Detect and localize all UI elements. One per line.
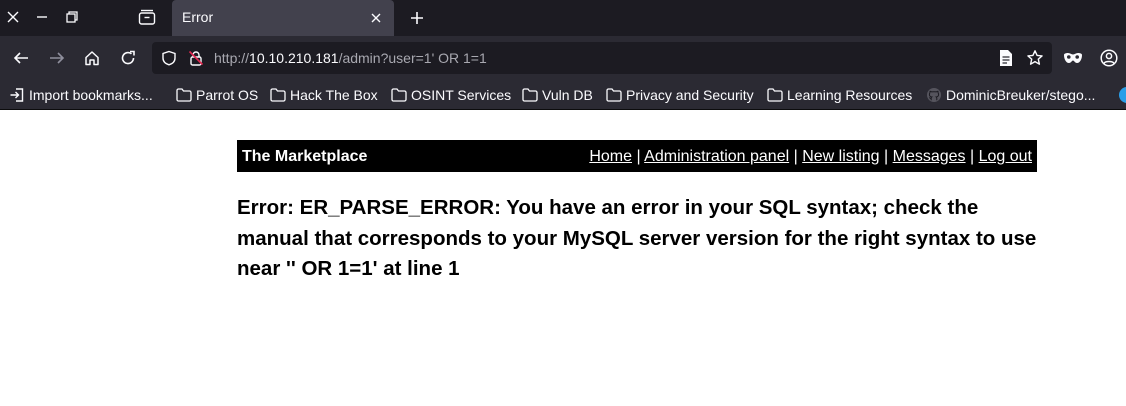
url-text[interactable]: http://10.10.210.181/admin?user=1' OR 1=… [214, 50, 487, 66]
folder-icon [606, 88, 622, 102]
nav-separator: | [884, 148, 889, 165]
folder-icon [522, 88, 538, 102]
arrow-left-icon [13, 52, 28, 64]
close-tab-button[interactable] [364, 6, 388, 30]
restore-icon [66, 11, 78, 23]
site-navigation: Home | Administration panel | New listin… [589, 148, 1032, 166]
url-path: /admin?user=1' OR 1=1 [338, 50, 487, 66]
overflow-bookmark-icon[interactable] [1119, 87, 1126, 103]
mask-icon [1064, 53, 1082, 63]
home-button[interactable] [79, 45, 105, 71]
new-tab-button[interactable] [404, 5, 430, 31]
url-protocol: http:// [214, 50, 250, 66]
site-header: The Marketplace Home | Administration pa… [237, 140, 1037, 172]
back-button[interactable] [8, 45, 34, 71]
bookmark-label: Learning Resources [787, 87, 913, 103]
nav-separator: | [970, 148, 975, 165]
bookmark-folder-privacy-and-security[interactable]: Privacy and Security [606, 85, 754, 105]
nav-separator: | [793, 148, 798, 165]
bookmark-label: Parrot OS [196, 87, 259, 103]
nav-separator: | [636, 148, 641, 165]
account-button[interactable] [1096, 45, 1122, 71]
folder-icon [767, 88, 783, 102]
bookmark-label: Vuln DB [542, 87, 593, 103]
bookmark-import[interactable]: Import bookmarks... [9, 85, 153, 105]
minimize-icon [37, 16, 47, 18]
home-icon [85, 51, 99, 66]
bookmark-folder-vuln-db[interactable]: Vuln DB [522, 85, 593, 105]
restore-window-button[interactable] [59, 5, 85, 29]
tab-title: Error [182, 9, 214, 25]
url-bar[interactable]: http://10.10.210.181/admin?user=1' OR 1=… [152, 42, 1052, 74]
bookmark-label: Privacy and Security [626, 87, 754, 103]
tab-error[interactable]: Error [172, 0, 394, 36]
bookmark-folder-osint-services[interactable]: OSINT Services [391, 85, 511, 105]
nav-link-home[interactable]: Home [589, 148, 632, 165]
site-title: The Marketplace [242, 148, 368, 165]
forward-button[interactable] [44, 45, 70, 71]
reload-icon [121, 50, 135, 65]
folder-icon [270, 88, 286, 102]
url-host: 10.10.210.181 [249, 50, 339, 66]
tab-overview-button[interactable] [134, 5, 160, 29]
minimize-window-button[interactable] [29, 5, 55, 29]
insecure-lock-icon[interactable] [188, 50, 204, 66]
shield-icon[interactable] [161, 50, 177, 66]
import-icon [10, 88, 24, 102]
bookmark-label: Hack The Box [290, 87, 378, 103]
folder-icon [391, 88, 407, 102]
navigation-toolbar: http://10.10.210.181/admin?user=1' OR 1=… [0, 36, 1126, 80]
github-icon [927, 88, 941, 102]
bookmark-github-stego[interactable]: DominicBreuker/stego... [926, 85, 1095, 105]
plus-icon [411, 12, 423, 24]
bookmark-folder-hack-the-box[interactable]: Hack The Box [270, 85, 378, 105]
nav-link-messages[interactable]: Messages [893, 148, 966, 165]
close-window-button[interactable] [0, 5, 26, 29]
folder-icon [176, 88, 192, 102]
star-icon[interactable] [1026, 49, 1044, 67]
bookmark-label: OSINT Services [411, 87, 512, 103]
tab-list-icon [138, 9, 156, 25]
close-icon [7, 11, 19, 23]
bookmarks-toolbar: Import bookmarks... Parrot OS Hack The B… [0, 80, 1126, 110]
arrow-right-icon [50, 52, 65, 64]
bookmark-label: DominicBreuker/stego... [946, 87, 1096, 103]
reload-button[interactable] [115, 45, 141, 71]
bookmark-label: Import bookmarks... [29, 87, 153, 103]
bookmark-folder-learning-resources[interactable]: Learning Resources [767, 85, 912, 105]
bookmark-folder-parrot-os[interactable]: Parrot OS [176, 85, 258, 105]
nav-link-new-listing[interactable]: New listing [802, 148, 879, 165]
private-browsing-button[interactable] [1060, 45, 1086, 71]
sql-error-message: Error: ER_PARSE_ERROR: You have an error… [237, 196, 1037, 280]
account-icon [1100, 49, 1118, 67]
close-icon [371, 13, 381, 23]
tab-bar: Error [0, 0, 1126, 36]
reader-view-icon[interactable] [998, 49, 1014, 67]
nav-link-administration-panel[interactable]: Administration panel [644, 148, 789, 165]
nav-link-log-out[interactable]: Log out [979, 148, 1032, 165]
